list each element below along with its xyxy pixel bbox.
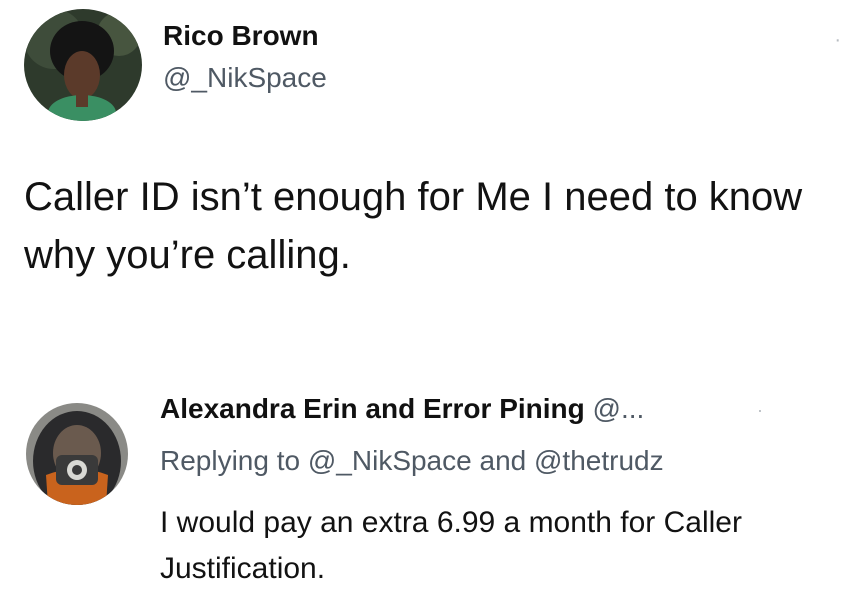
more-options-icon[interactable]: · xyxy=(834,30,841,50)
replying-conjunction: and xyxy=(479,445,527,476)
author-name[interactable]: Rico Brown xyxy=(163,20,319,52)
reply-author-name[interactable]: Alexandra Erin and Error Pining xyxy=(160,393,585,424)
avatar[interactable] xyxy=(24,9,142,121)
reply-author-line[interactable]: Alexandra Erin and Error Pining @... xyxy=(160,393,644,425)
profile-photo-icon xyxy=(24,9,142,121)
tweet-text: Caller ID isn’t enough for Me I need to … xyxy=(24,175,803,277)
masked-figure-avatar-icon xyxy=(26,403,128,505)
reply-text: I would pay an extra 6.99 a month for Ca… xyxy=(160,506,742,585)
mention-link[interactable]: @_NikSpace xyxy=(308,445,472,476)
more-options-icon[interactable]: · xyxy=(757,401,763,419)
reply-author-handle[interactable]: @... xyxy=(593,393,645,424)
author-handle[interactable]: @_NikSpace xyxy=(163,62,327,94)
mention-link[interactable]: @thetrudz xyxy=(534,445,664,476)
avatar[interactable] xyxy=(26,403,128,505)
replying-prefix: Replying to xyxy=(160,445,301,476)
replying-to-line: Replying to @_NikSpace and @thetrudz xyxy=(160,445,664,477)
